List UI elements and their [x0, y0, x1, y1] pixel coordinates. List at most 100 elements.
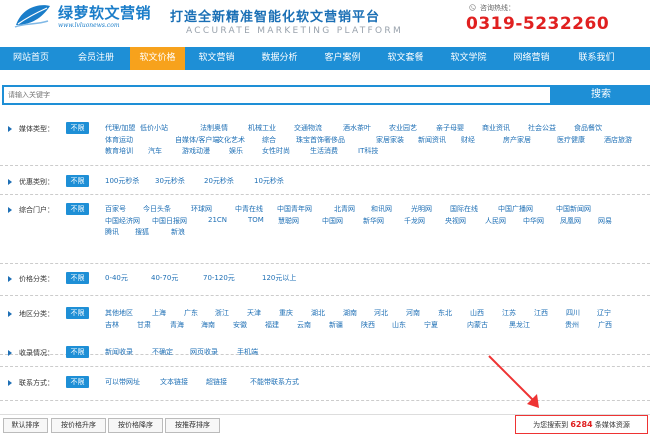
filter-option[interactable]: 吉林 [105, 320, 119, 330]
filter-option[interactable]: 酒水茶叶 [343, 123, 371, 133]
logo-text[interactable]: 绿萝软文营销 [58, 2, 151, 23]
filter-option[interactable]: 云南 [297, 320, 311, 330]
filter-option[interactable]: 医疗健康 [557, 135, 585, 145]
filter-option[interactable]: 生活消费 [310, 146, 338, 156]
filter-option[interactable]: 不能带联系方式 [250, 377, 299, 387]
filter-option[interactable]: 可以带网址 [105, 377, 140, 387]
filter-option[interactable]: 低价小站 [140, 123, 168, 133]
unlimited-button[interactable]: 不限 [66, 272, 89, 284]
filter-option[interactable]: 其他地区 [105, 308, 133, 318]
filter-option[interactable]: 中国广播网 [498, 204, 533, 214]
filter-option[interactable]: 千龙网 [404, 216, 425, 226]
filter-option[interactable]: 100元秒杀 [105, 176, 139, 186]
filter-option[interactable]: 农业园艺 [389, 123, 417, 133]
filter-option[interactable]: 天津 [247, 308, 261, 318]
filter-option[interactable]: 湖北 [311, 308, 325, 318]
nav-item-5[interactable]: 客户案例 [311, 47, 374, 70]
filter-option[interactable]: 超链接 [206, 377, 227, 387]
filter-option[interactable]: 腾讯 [105, 227, 119, 237]
filter-option[interactable]: 江西 [534, 308, 548, 318]
filter-option[interactable]: 河北 [374, 308, 388, 318]
filter-option[interactable]: 0-40元 [105, 273, 128, 283]
filter-option[interactable]: 中国青年网 [277, 204, 312, 214]
nav-item-8[interactable]: 网络营销 [500, 47, 563, 70]
filter-option[interactable]: 广东 [184, 308, 198, 318]
filter-option[interactable]: 湖南 [343, 308, 357, 318]
sort-recommend-button[interactable]: 按推荐排序 [165, 418, 220, 433]
filter-option[interactable]: 今日头条 [143, 204, 171, 214]
nav-item-3[interactable]: 软文营销 [185, 47, 248, 70]
filter-option[interactable]: 娱乐 [229, 146, 243, 156]
filter-option[interactable]: 代理/加盟 [105, 123, 135, 133]
filter-option[interactable]: TOM [248, 216, 264, 224]
sort-price-asc-button[interactable]: 按价格升序 [51, 418, 106, 433]
filter-option[interactable]: 体育运动 [105, 135, 133, 145]
filter-option[interactable]: 食品餐饮 [574, 123, 602, 133]
nav-item-4[interactable]: 数据分析 [248, 47, 311, 70]
filter-option[interactable]: 百家号 [105, 204, 126, 214]
filter-option[interactable]: 宁夏 [424, 320, 438, 330]
filter-option[interactable]: 新闻资讯 [418, 135, 446, 145]
unlimited-button[interactable]: 不限 [66, 307, 89, 319]
filter-option[interactable]: 10元秒杀 [254, 176, 284, 186]
filter-option[interactable]: 房产家居 [503, 135, 531, 145]
filter-option[interactable]: 和讯网 [371, 204, 392, 214]
nav-item-7[interactable]: 软文学院 [437, 47, 500, 70]
filter-option[interactable]: 青海 [170, 320, 184, 330]
search-input[interactable] [2, 85, 552, 105]
filter-option[interactable]: 新华网 [363, 216, 384, 226]
nav-item-1[interactable]: 会员注册 [62, 47, 130, 70]
filter-option[interactable]: 文本链接 [160, 377, 188, 387]
filter-option[interactable]: 中国网 [322, 216, 343, 226]
filter-option[interactable]: 亲子母婴 [436, 123, 464, 133]
filter-option[interactable]: 酒店旅游 [604, 135, 632, 145]
filter-option[interactable]: 山西 [470, 308, 484, 318]
filter-option[interactable]: 网页收录 [190, 347, 218, 357]
filter-option[interactable]: 北青网 [334, 204, 355, 214]
filter-option[interactable]: 游戏动漫 [182, 146, 210, 156]
filter-option[interactable]: 内蒙古 [467, 320, 488, 330]
nav-item-0[interactable]: 网站首页 [0, 47, 62, 70]
filter-option[interactable]: 不确定 [152, 347, 173, 357]
filter-option[interactable]: 自媒体/客户端 [175, 135, 219, 145]
filter-option[interactable]: 法制奥情 [200, 123, 228, 133]
filter-option[interactable]: 甘肃 [137, 320, 151, 330]
filter-option[interactable]: 网易 [598, 216, 612, 226]
filter-option[interactable]: 手机端 [237, 347, 258, 357]
filter-option[interactable]: 财经 [461, 135, 475, 145]
filter-option[interactable]: 河南 [406, 308, 420, 318]
filter-option[interactable]: 辽宁 [597, 308, 611, 318]
unlimited-button[interactable]: 不限 [66, 175, 89, 187]
nav-item-9[interactable]: 联系我们 [563, 47, 630, 70]
filter-option[interactable]: 中国日报网 [152, 216, 187, 226]
nav-item-2[interactable]: 软文价格 [130, 47, 185, 70]
filter-option[interactable]: 珠宝首饰奢侈品 [296, 135, 345, 145]
filter-option[interactable]: 贵州 [565, 320, 579, 330]
filter-option[interactable]: 中青在线 [235, 204, 263, 214]
filter-option[interactable]: 新闻收录 [105, 347, 133, 357]
filter-option[interactable]: 中华网 [523, 216, 544, 226]
filter-option[interactable]: 21CN [208, 216, 227, 224]
filter-option[interactable]: 国际在线 [450, 204, 478, 214]
filter-option[interactable]: 慧聪网 [278, 216, 299, 226]
filter-option[interactable]: 凤凰网 [560, 216, 581, 226]
filter-option[interactable]: 中国经济网 [105, 216, 140, 226]
filter-option[interactable]: 120元以上 [262, 273, 296, 283]
filter-option[interactable]: 山东 [392, 320, 406, 330]
filter-option[interactable]: 新浪 [171, 227, 185, 237]
filter-option[interactable]: 教育培训 [105, 146, 133, 156]
filter-option[interactable]: 四川 [566, 308, 580, 318]
filter-option[interactable]: 上海 [152, 308, 166, 318]
filter-option[interactable]: 东北 [438, 308, 452, 318]
filter-option[interactable]: 中国新闻网 [556, 204, 591, 214]
sort-default-button[interactable]: 默认排序 [3, 418, 48, 433]
filter-option[interactable]: 40-70元 [151, 273, 178, 283]
filter-option[interactable]: 陕西 [361, 320, 375, 330]
filter-option[interactable]: 福建 [265, 320, 279, 330]
filter-option[interactable]: 安徽 [233, 320, 247, 330]
filter-option[interactable]: 黑龙江 [509, 320, 530, 330]
filter-option[interactable]: 央视网 [445, 216, 466, 226]
filter-option[interactable]: 20元秒杀 [204, 176, 234, 186]
filter-option[interactable]: 重庆 [279, 308, 293, 318]
unlimited-button[interactable]: 不限 [66, 122, 89, 134]
